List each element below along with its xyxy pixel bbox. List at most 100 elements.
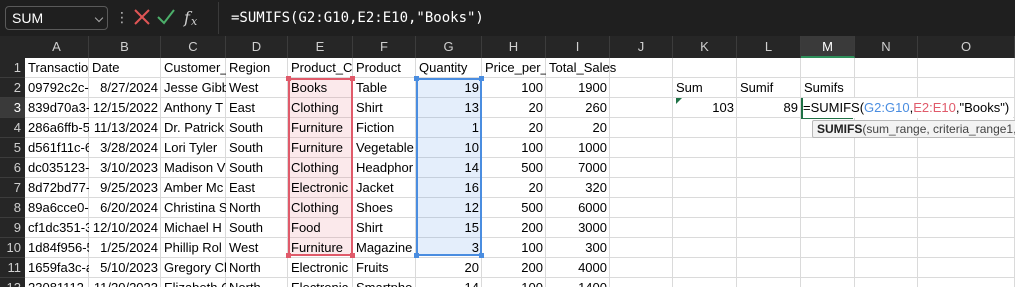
cell-D6[interactable]: South xyxy=(226,158,288,178)
row-header-7[interactable]: 7 xyxy=(0,178,25,198)
cell-G6[interactable]: 14 xyxy=(416,158,482,178)
cell-H8[interactable]: 500 xyxy=(482,198,546,218)
cell-F12[interactable]: Smartpho xyxy=(353,278,416,287)
cell-E12[interactable]: Electronic xyxy=(288,278,353,287)
cell-I6[interactable]: 7000 xyxy=(546,158,610,178)
function-tooltip[interactable]: SUMIFS(sum_range, criteria_range1, c xyxy=(812,120,1015,138)
cell-I2[interactable]: 1900 xyxy=(546,78,610,98)
cell-C3[interactable]: Anthony T xyxy=(161,98,226,118)
cell-B10[interactable]: 1/25/2024 xyxy=(89,238,161,258)
cell-F10[interactable]: Magazine xyxy=(353,238,416,258)
cell-E7[interactable]: Electronic xyxy=(288,178,353,198)
cell-I12[interactable]: 1400 xyxy=(546,278,610,287)
cell-A4[interactable]: 286a6ffb-5 xyxy=(25,118,89,138)
cell-G9[interactable]: 15 xyxy=(416,218,482,238)
cell-H11[interactable]: 200 xyxy=(482,258,546,278)
cell-K2[interactable]: Sum xyxy=(673,78,737,98)
cell-F3[interactable]: Shirt xyxy=(353,98,416,118)
cell-G7[interactable]: 16 xyxy=(416,178,482,198)
cell-H10[interactable]: 100 xyxy=(482,238,546,258)
column-header-D[interactable]: D xyxy=(226,36,288,58)
cell-G4[interactable]: 1 xyxy=(416,118,482,138)
column-header-H[interactable]: H xyxy=(482,36,546,58)
cell-F7[interactable]: Jacket xyxy=(353,178,416,198)
cell-B11[interactable]: 5/10/2023 xyxy=(89,258,161,278)
column-header-F[interactable]: F xyxy=(353,36,416,58)
cell-I10[interactable]: 300 xyxy=(546,238,610,258)
cell-B12[interactable]: 11/20/2023 xyxy=(89,278,161,287)
column-header-M[interactable]: M xyxy=(801,36,855,58)
row-header-11[interactable]: 11 xyxy=(0,258,25,278)
column-header-B[interactable]: B xyxy=(89,36,161,58)
column-header-O[interactable]: O xyxy=(918,36,1015,58)
cell-C9[interactable]: Michael H xyxy=(161,218,226,238)
cell-D2[interactable]: West xyxy=(226,78,288,98)
error-indicator-icon[interactable] xyxy=(676,98,682,104)
column-header-C[interactable]: C xyxy=(161,36,226,58)
cell-B5[interactable]: 3/28/2024 xyxy=(89,138,161,158)
cell-C2[interactable]: Jesse Gibb xyxy=(161,78,226,98)
cell-D1[interactable]: Region xyxy=(226,58,288,78)
cell-H12[interactable]: 100 xyxy=(482,278,546,287)
cell-H4[interactable]: 20 xyxy=(482,118,546,138)
cell-C5[interactable]: Lori Tyler xyxy=(161,138,226,158)
cell-E11[interactable]: Electronic xyxy=(288,258,353,278)
cell-I8[interactable]: 6000 xyxy=(546,198,610,218)
cell-C10[interactable]: Phillip Rol xyxy=(161,238,226,258)
row-header-3[interactable]: 3 xyxy=(0,98,25,118)
cell-H2[interactable]: 100 xyxy=(482,78,546,98)
cell-C8[interactable]: Christina S xyxy=(161,198,226,218)
cell-F8[interactable]: Shoes xyxy=(353,198,416,218)
cell-G2[interactable]: 19 xyxy=(416,78,482,98)
cell-I1[interactable]: Total_Sales xyxy=(546,58,616,78)
row-header-1[interactable]: 1 xyxy=(0,58,25,78)
cell-B2[interactable]: 8/27/2024 xyxy=(89,78,161,98)
tooltip-fn[interactable]: SUMIFS xyxy=(817,122,862,136)
row-header-6[interactable]: 6 xyxy=(0,158,25,178)
cell-E10[interactable]: Furniture xyxy=(288,238,353,258)
cell-I11[interactable]: 4000 xyxy=(546,258,610,278)
cell-F4[interactable]: Fiction xyxy=(353,118,416,138)
cell-G3[interactable]: 13 xyxy=(416,98,482,118)
cell-A3[interactable]: 839d70a3- xyxy=(25,98,89,118)
cell-E4[interactable]: Furniture xyxy=(288,118,353,138)
cell-C7[interactable]: Amber Mc xyxy=(161,178,226,198)
cell-F11[interactable]: Fruits xyxy=(353,258,416,278)
cell-F9[interactable]: Shirt xyxy=(353,218,416,238)
cell-E9[interactable]: Food xyxy=(288,218,353,238)
cell-C6[interactable]: Madison V xyxy=(161,158,226,178)
cell-G11[interactable]: 20 xyxy=(416,258,482,278)
cell-D4[interactable]: South xyxy=(226,118,288,138)
cell-A1[interactable]: Transaction_ID xyxy=(25,58,89,78)
cell-A8[interactable]: 89a6cce0- xyxy=(25,198,89,218)
cell-I4[interactable]: 20 xyxy=(546,118,610,138)
row-header-8[interactable]: 8 xyxy=(0,198,25,218)
enter-icon[interactable] xyxy=(157,9,175,25)
cell-C11[interactable]: Gregory Cl xyxy=(161,258,226,278)
row-header-12[interactable]: 12 xyxy=(0,278,25,287)
cell-E5[interactable]: Furniture xyxy=(288,138,353,158)
cell-D12[interactable]: North xyxy=(226,278,288,287)
cell-D9[interactable]: South xyxy=(226,218,288,238)
cell-D7[interactable]: East xyxy=(226,178,288,198)
cell-A6[interactable]: dc035123- xyxy=(25,158,89,178)
cell-B8[interactable]: 6/20/2024 xyxy=(89,198,161,218)
select-all-corner[interactable] xyxy=(0,36,25,58)
row-header-5[interactable]: 5 xyxy=(0,138,25,158)
cell-H6[interactable]: 500 xyxy=(482,158,546,178)
cell-C12[interactable]: Elizabeth C xyxy=(161,278,226,287)
row-header-9[interactable]: 9 xyxy=(0,218,25,238)
cell-D5[interactable]: South xyxy=(226,138,288,158)
cell-A2[interactable]: 09792c2c- xyxy=(25,78,89,98)
row-header-4[interactable]: 4 xyxy=(0,118,25,138)
cell-B4[interactable]: 11/13/2024 xyxy=(89,118,161,138)
cell-L2[interactable]: Sumif xyxy=(737,78,801,98)
name-box[interactable]: SUM xyxy=(5,6,108,30)
cell-H1[interactable]: Price_per_Unit xyxy=(482,58,546,78)
cell-B1[interactable]: Date xyxy=(89,58,161,78)
cell-B9[interactable]: 12/10/2024 xyxy=(89,218,161,238)
column-header-A[interactable]: A xyxy=(25,36,89,58)
cell-L3[interactable]: 89 xyxy=(737,98,801,118)
cell-I9[interactable]: 3000 xyxy=(546,218,610,238)
cell-D8[interactable]: North xyxy=(226,198,288,218)
